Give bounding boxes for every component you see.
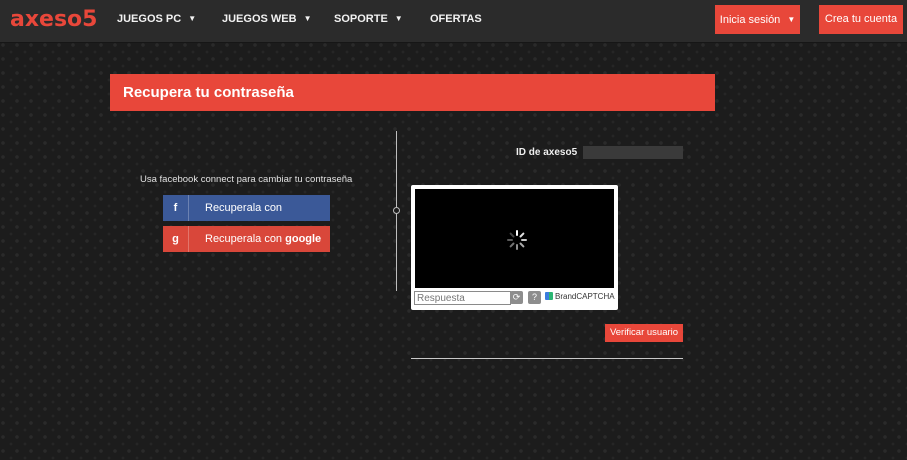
verify-user-button[interactable]: Verificar usuario <box>605 324 683 342</box>
caret-down-icon: ▼ <box>303 14 312 23</box>
google-brand-text: google <box>285 233 322 245</box>
facebook-recover-button[interactable]: f Recuperala con facebook <box>163 195 330 221</box>
login-label: Inicia sesión <box>719 14 781 26</box>
captcha-widget: ⟳ ? BrandCAPTCHA <box>411 185 618 310</box>
google-icon: g <box>163 226 189 252</box>
nav-juegos-pc[interactable]: JUEGOS PC ▼ <box>117 0 196 38</box>
loading-spinner-icon <box>507 230 527 250</box>
nav-ofertas[interactable]: OFERTAS <box>430 0 482 38</box>
page-title: Recupera tu contraseña <box>110 74 715 111</box>
id-input[interactable] <box>583 146 683 159</box>
divider-circle-icon <box>393 207 400 214</box>
login-button[interactable]: Inicia sesión ▼ <box>715 5 800 34</box>
nav-soporte[interactable]: SOPORTE ▼ <box>334 0 403 38</box>
social-prompt: Usa facebook connect para cambiar tu con… <box>140 174 353 185</box>
captcha-answer-input[interactable] <box>414 291 511 305</box>
help-icon[interactable]: ? <box>528 291 541 304</box>
caret-down-icon: ▼ <box>394 14 403 23</box>
facebook-button-label: Recuperala con facebook <box>205 195 330 221</box>
nav-ofertas-label: OFERTAS <box>430 13 482 25</box>
brandcaptcha-logo: BrandCAPTCHA <box>545 292 615 301</box>
google-recover-button[interactable]: g Recuperala con google <box>163 226 330 252</box>
captcha-display <box>415 189 614 288</box>
google-button-text: Recuperala con <box>205 233 283 245</box>
facebook-button-text: Recuperala con <box>205 202 283 214</box>
register-button[interactable]: Crea tu cuenta <box>819 5 903 34</box>
nav-juegos-pc-label: JUEGOS PC <box>117 13 182 25</box>
caret-down-icon: ▼ <box>787 15 796 24</box>
id-label: ID de axeso5 <box>516 147 578 158</box>
nav-soporte-label: SOPORTE <box>334 13 388 25</box>
nav-juegos-web[interactable]: JUEGOS WEB ▼ <box>222 0 312 38</box>
axeso5-logo[interactable]: axeso5 <box>10 6 97 34</box>
brandcaptcha-text: BrandCAPTCHA <box>555 292 615 301</box>
brandcaptcha-icon <box>545 292 553 300</box>
facebook-icon: f <box>163 195 189 221</box>
caret-down-icon: ▼ <box>188 14 197 23</box>
refresh-icon[interactable]: ⟳ <box>510 291 523 304</box>
top-navbar: axeso5 JUEGOS PC ▼ JUEGOS WEB ▼ SOPORTE ▼ O… <box>0 0 907 43</box>
nav-juegos-web-label: JUEGOS WEB <box>222 13 297 25</box>
horizontal-divider <box>411 358 683 359</box>
google-button-label: Recuperala con google <box>205 226 321 252</box>
